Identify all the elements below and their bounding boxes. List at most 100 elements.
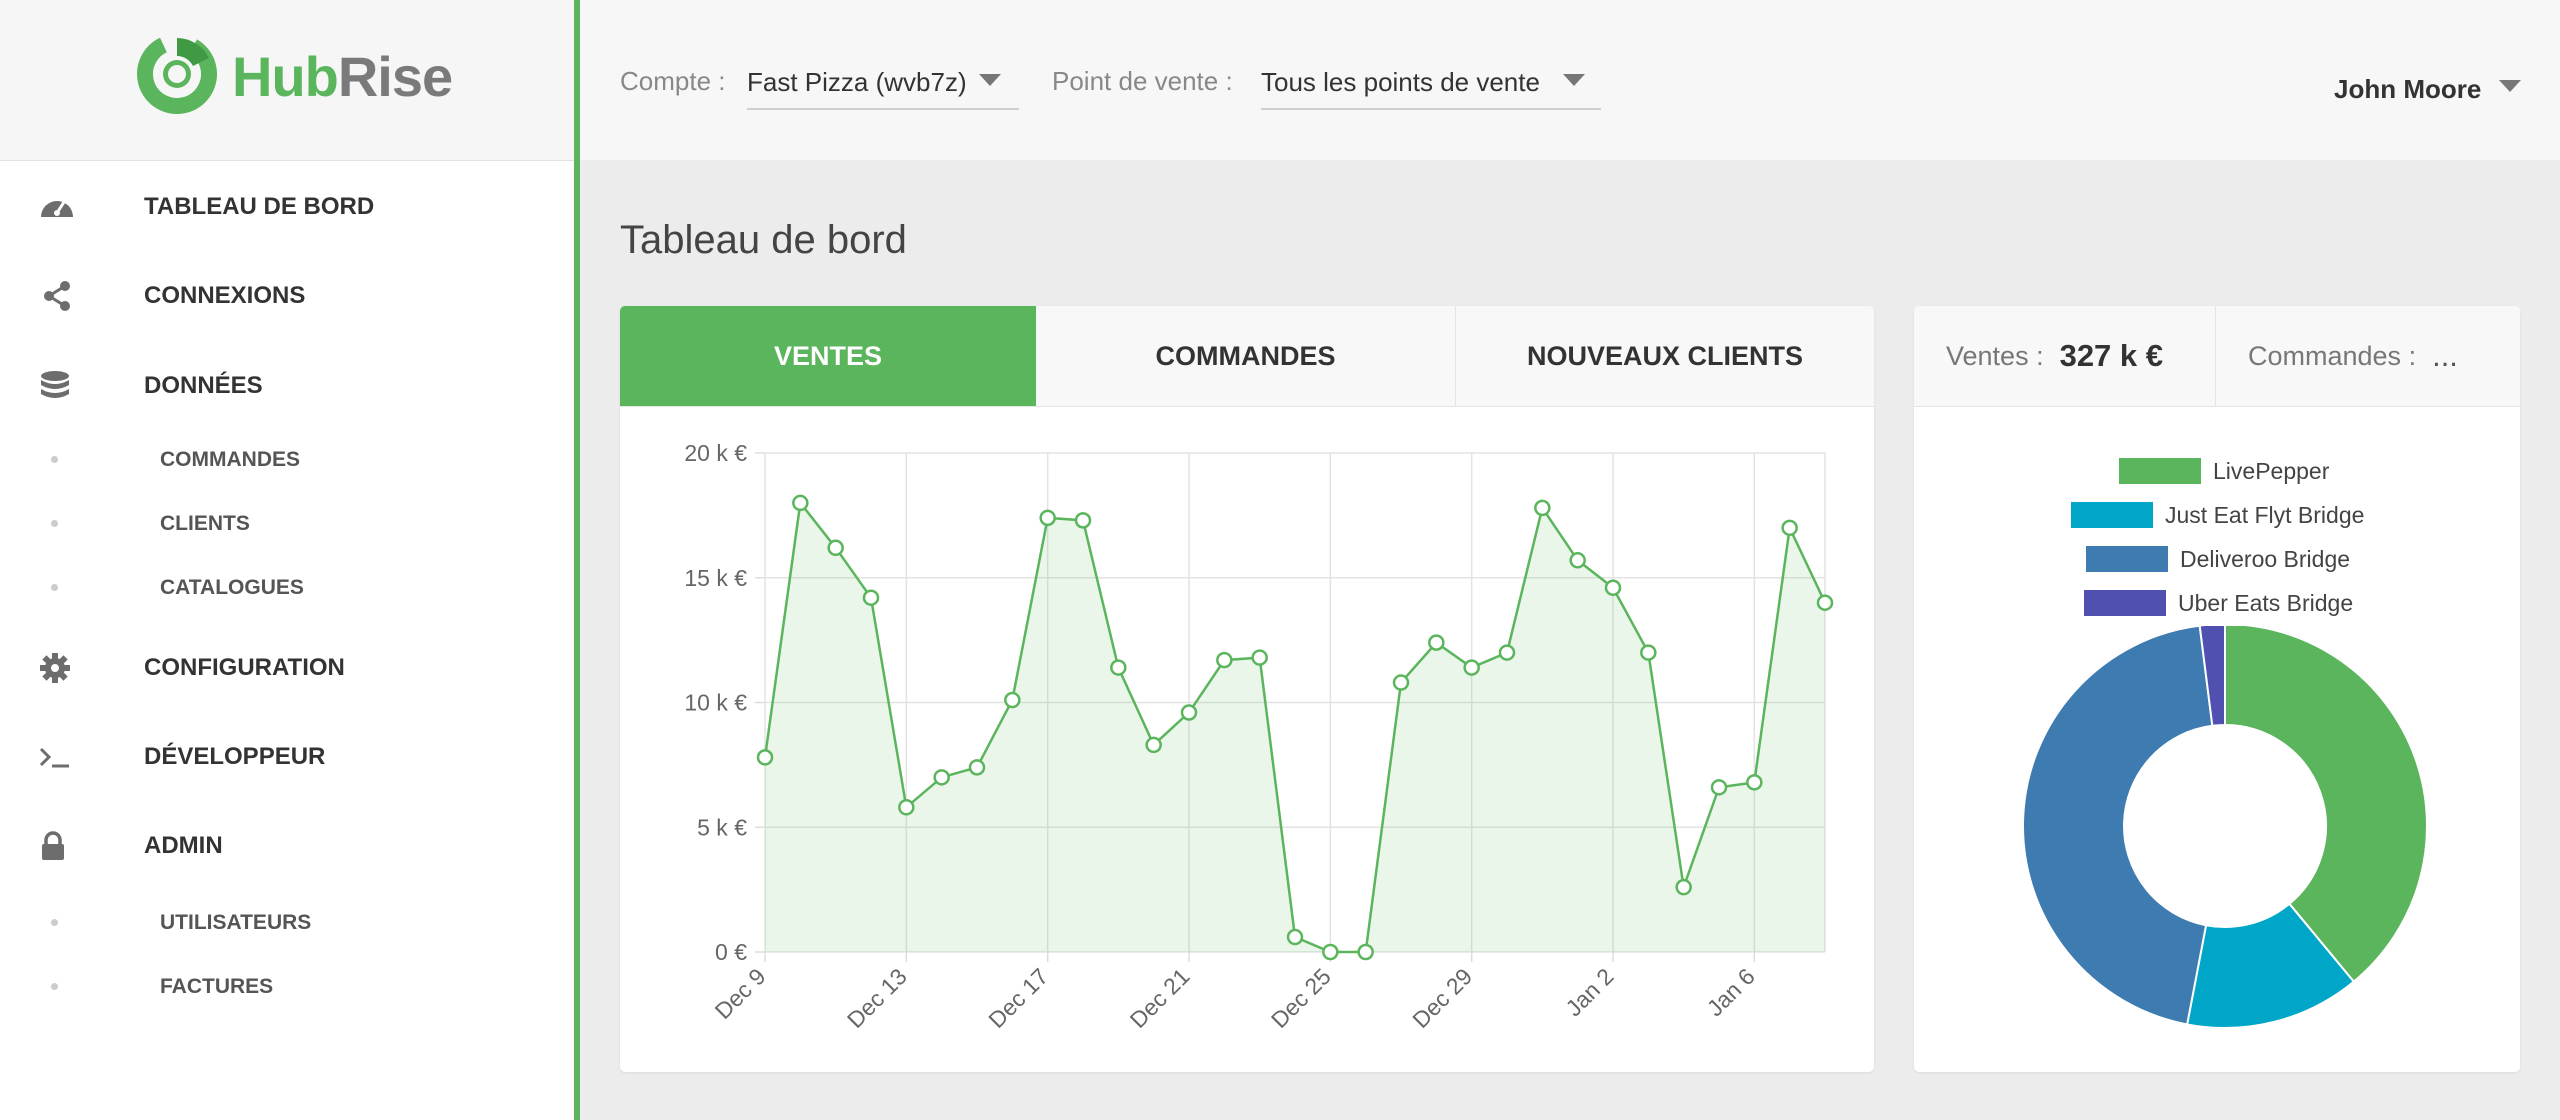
data-point [1604,579,1622,596]
sidebar-subitem-catalogues[interactable]: CATALOGUES [0,566,574,610]
data-point [1110,659,1127,676]
lock-icon [42,831,64,860]
sidebar-item-label: DÉVELOPPEUR [144,743,326,770]
y-tick-label: 0 € [715,939,747,965]
sidebar-item-developpeur[interactable]: DÉVELOPPEUR [0,726,574,786]
sidebar-item-label: CONFIGURATION [144,654,345,681]
data-point [1534,499,1551,517]
terminal-icon [39,747,69,768]
data-point [1463,659,1480,676]
account-label: Compte : [620,66,726,96]
bullet-icon [51,919,58,926]
sales-chart-card: VENTES COMMANDES NOUVEAUX CLIENTS 0 € 5 k… [620,306,1874,1072]
data-point [1781,519,1798,537]
legend-item[interactable]: Deliveroo Bridge [2086,544,2350,574]
sidebar-item-dashboard[interactable]: TABLEAU DE BORD [0,176,574,236]
share-icon [44,281,70,311]
y-tick-label: 10 k € [684,690,747,716]
gear-icon [40,653,70,683]
sales-stat-value: 327 k € [2059,338,2164,373]
data-point [1004,691,1021,709]
legend-item[interactable]: Uber Eats Bridge [2084,588,2353,618]
orders-stat-value: ... [2432,338,2458,373]
chevron-down-icon [2499,80,2521,92]
legend-item[interactable]: Just Eat Flyt Bridge [2071,500,2364,530]
top-bar: Compte : Fast Pizza (wvb7z) Point de ven… [580,0,2560,160]
sidebar-subitem-factures[interactable]: FACTURES [0,965,574,1009]
page-title: Tableau de bord [620,218,907,262]
donut-slice [2022,626,2214,1026]
sidebar-item-label: CONNEXIONS [144,282,306,309]
x-tick-label: Dec 25 [1266,963,1336,1033]
logo-area: HubRise [0,0,574,161]
data-point [968,759,986,776]
tab-ventes[interactable]: VENTES [620,306,1036,406]
sales-stat: Ventes : 327 k € [1946,306,2163,406]
brand-hub: Hub [232,45,339,108]
database-icon [41,371,69,398]
user-name: John Moore [2334,74,2482,104]
data-point [1039,509,1056,527]
legend-swatch [2084,590,2166,616]
stats-bar: Ventes : 327 k € Commandes : ... [1914,306,2520,407]
legend-label: Deliveroo Bridge [2180,545,2351,572]
data-point [1675,878,1692,896]
sidebar-item-label: ADMIN [144,832,223,859]
y-tick-label: 15 k € [684,565,747,591]
chevron-down-icon [1563,74,1585,86]
stats-divider [2215,306,2216,406]
sidebar-subitem-label: CLIENTS [160,512,250,535]
sales-area [765,502,1825,952]
sidebar-item-admin[interactable]: ADMIN [0,815,574,875]
data-point [1428,634,1445,651]
legend-label: LivePepper [2213,457,2330,484]
channel-breakdown-card: Ventes : 327 k € Commandes : ... LivePep… [1914,306,2520,1072]
sidebar-subitem-label: CATALOGUES [160,576,304,599]
gauge-icon [41,201,73,217]
data-point [1145,736,1162,754]
bullet-icon [51,584,58,591]
data-point [1710,779,1728,796]
x-tick-label: Dec 29 [1407,963,1477,1033]
data-point [756,749,774,766]
sidebar: HubRise TABLEAU DE BORD CONNEXIONS DONNÉ… [0,0,574,1120]
sidebar-item-connexions[interactable]: CONNEXIONS [0,265,574,325]
hubrise-logo-icon[interactable] [133,30,217,114]
sidebar-subitem-clients[interactable]: CLIENTS [0,502,574,546]
chevron-down-icon [979,74,1001,86]
sidebar-subitem-utilisateurs[interactable]: UTILISATEURS [0,901,574,945]
brand-name[interactable]: HubRise [232,44,453,109]
legend-swatch [2071,502,2153,528]
account-select-value: Fast Pizza (wvb7z) [747,67,967,97]
sidebar-subitem-commandes[interactable]: COMMANDES [0,438,574,482]
account-select[interactable]: Fast Pizza (wvb7z) [747,64,1019,110]
legend-swatch [2086,546,2168,572]
data-point [827,539,844,557]
sidebar-item-configuration[interactable]: CONFIGURATION [0,637,574,697]
legend-item[interactable]: LivePepper [2119,456,2329,486]
x-tick-label: Jan 2 [1560,963,1618,1021]
data-point [1251,649,1268,666]
tab-commandes[interactable]: COMMANDES [1036,306,1455,406]
location-select-value: Tous les points de vente [1261,67,1540,97]
sidebar-divider [574,0,580,1120]
data-point [1357,943,1374,961]
sidebar-item-donnees[interactable]: DONNÉES [0,355,574,415]
orders-stat-label: Commandes : [2248,340,2417,371]
sidebar-item-label: TABLEAU DE BORD [144,193,375,220]
sidebar-subitem-label: UTILISATEURS [160,911,312,934]
location-select[interactable]: Tous les points de vente [1261,64,1601,110]
sidebar-subitem-label: COMMANDES [160,448,300,471]
data-point [933,769,950,786]
metric-tabs: VENTES COMMANDES NOUVEAUX CLIENTS [620,306,1874,407]
data-point [1746,774,1763,791]
channel-donut-chart [2022,626,2428,1029]
sales-line-chart: 0 € 5 k € 10 k € 15 k € 20 k € Dec 9 Dec 13 Dec… [684,440,1834,1033]
data-point [1216,651,1233,669]
data-point [1074,512,1092,529]
legend-label: Just Eat Flyt Bridge [2165,501,2365,528]
sales-stat-label: Ventes : [1946,340,2044,371]
tab-nouveaux-clients[interactable]: NOUVEAUX CLIENTS [1455,306,1874,406]
data-point [1286,928,1304,946]
sidebar-subitem-label: FACTURES [160,975,274,998]
